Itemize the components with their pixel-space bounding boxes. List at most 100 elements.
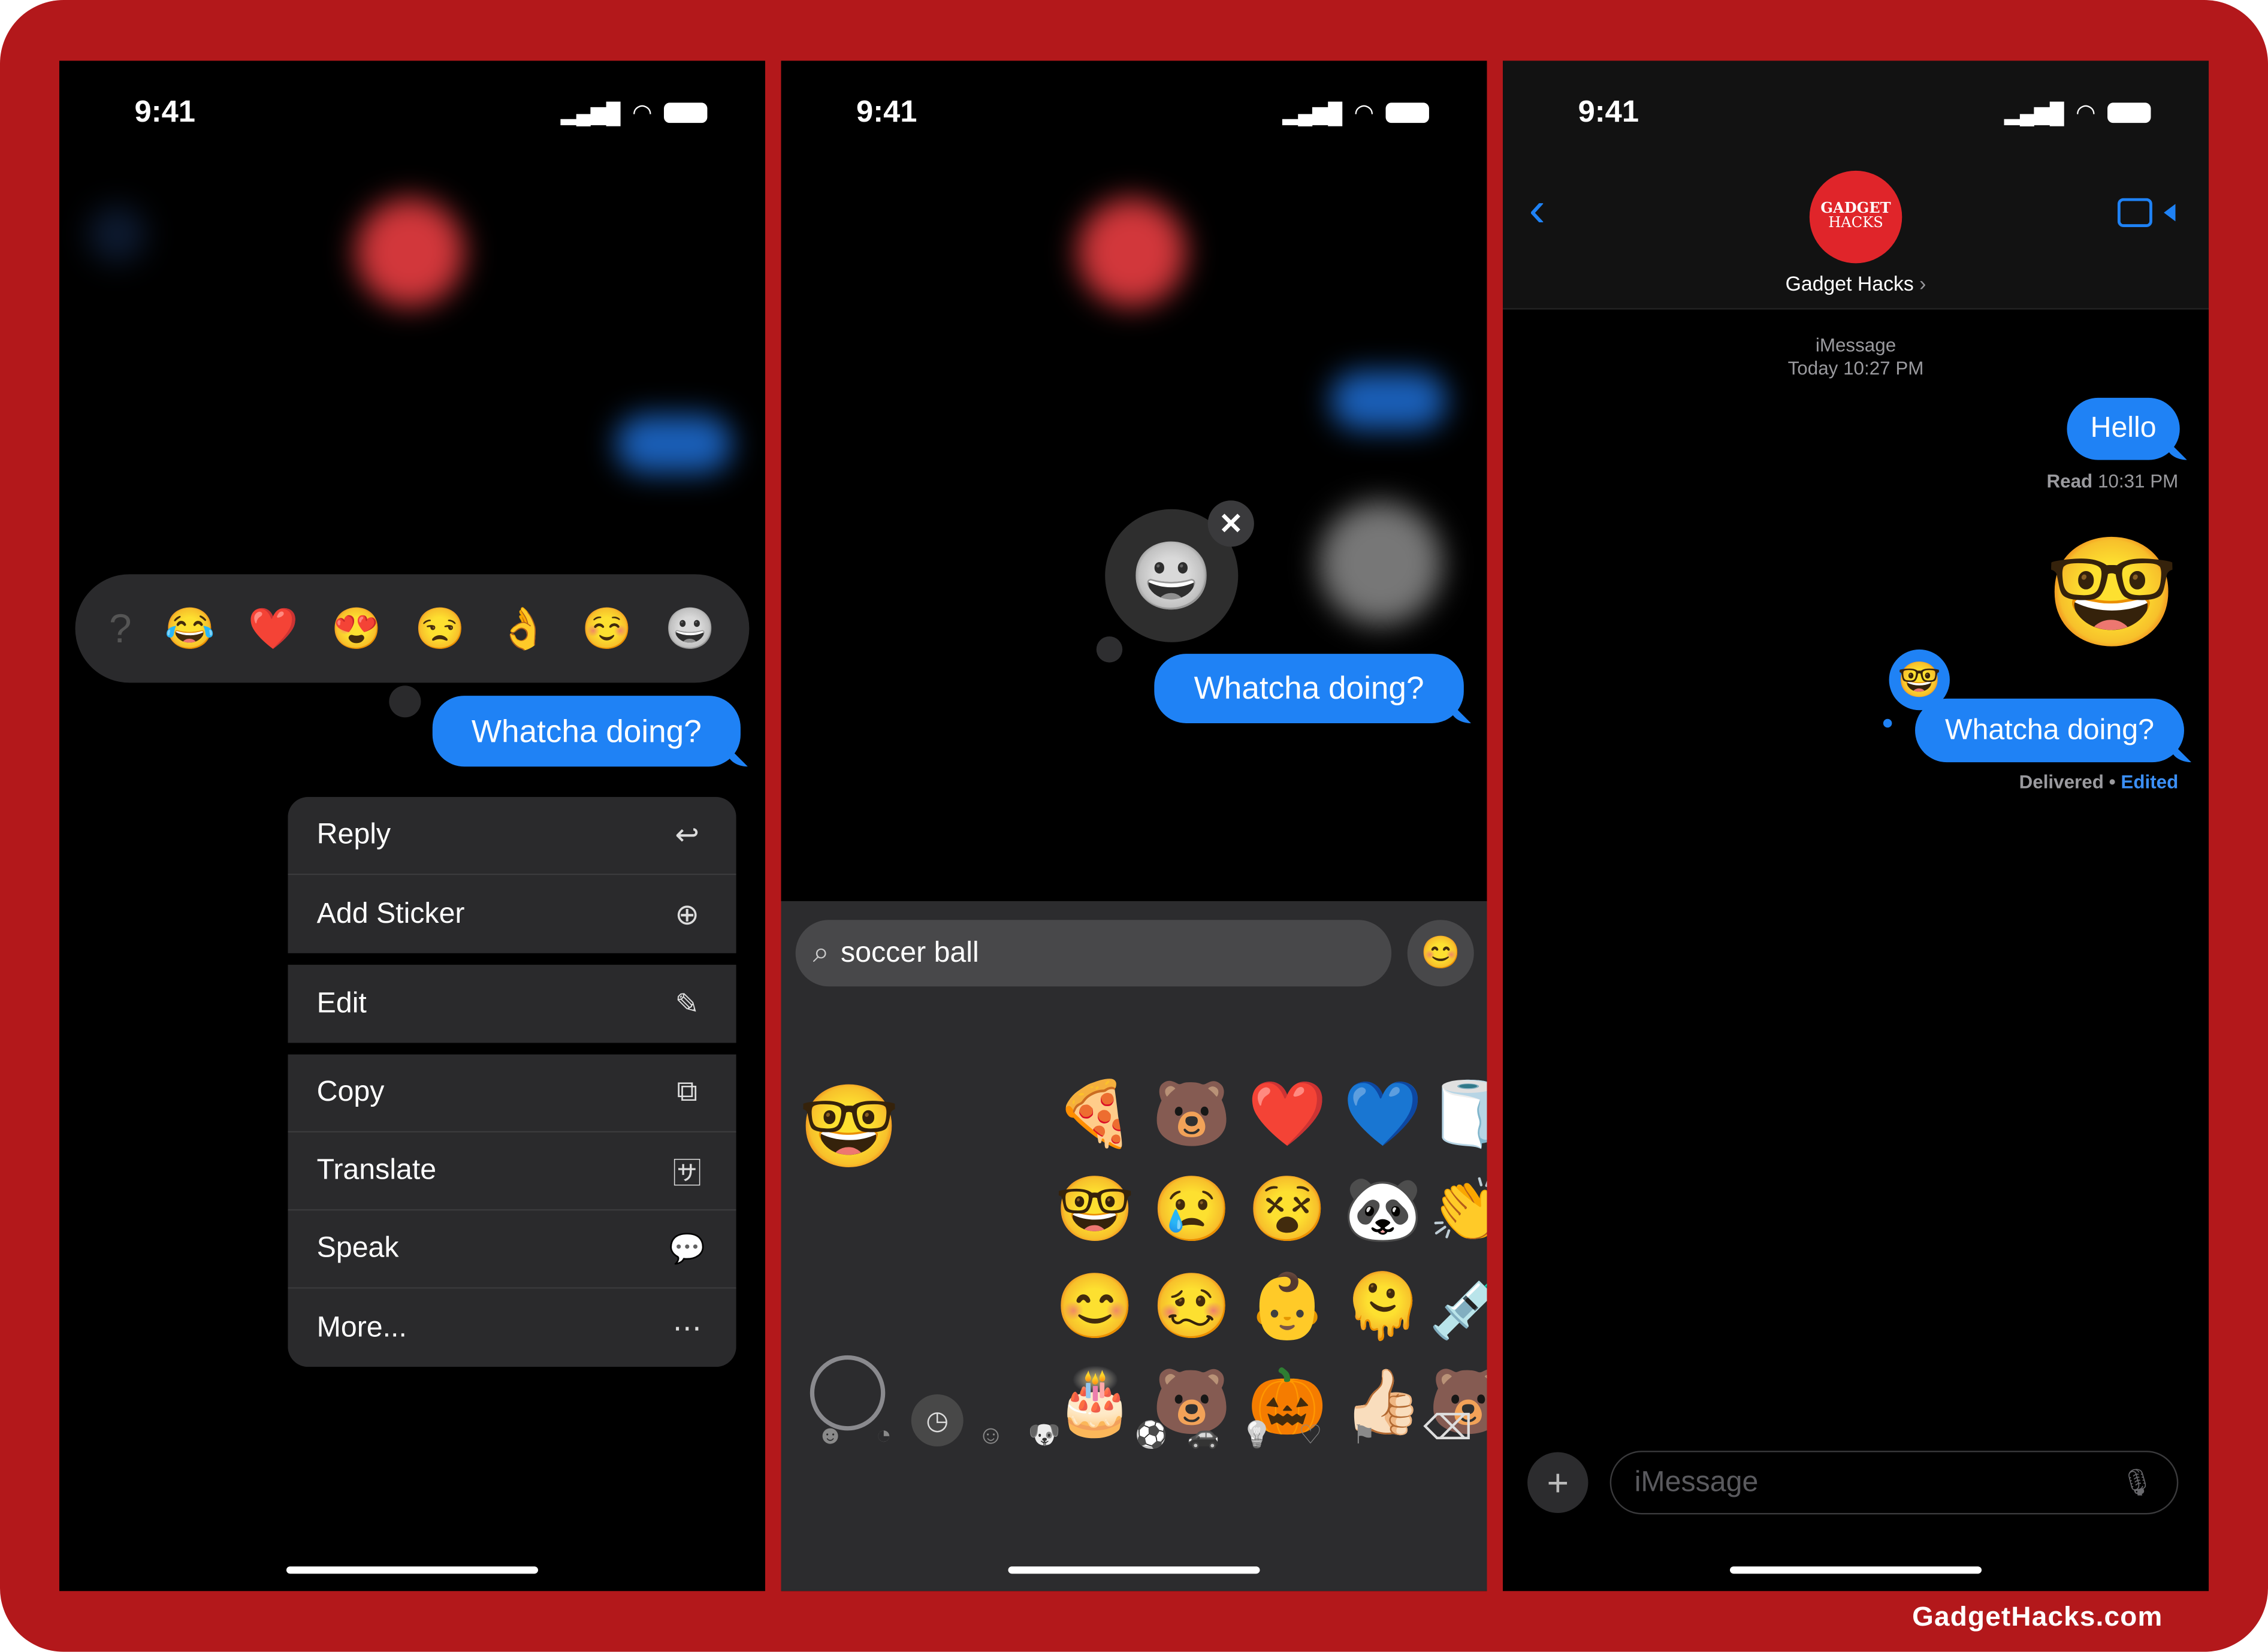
sticker-item[interactable]: ❤️ [1248, 1083, 1327, 1147]
stickers-icon[interactable]: ◔ [876, 1420, 892, 1451]
contact-name[interactable]: Gadget Hacks › [1503, 272, 2209, 295]
plus-icon: + [1547, 1460, 1569, 1504]
battery-icon [2107, 102, 2151, 123]
service-label: iMessage [1815, 334, 1896, 356]
close-icon: ✕ [1218, 508, 1243, 540]
reaction-question[interactable]: ? [109, 605, 132, 651]
sent-sticker[interactable]: 🤓 [2045, 539, 2178, 647]
memoji-icon[interactable]: ☻ [817, 1420, 844, 1451]
sticker-item[interactable]: 🐼 [1343, 1178, 1423, 1242]
sticker-item[interactable]: 💙 [1343, 1083, 1423, 1147]
reaction-heart[interactable]: ❤️ [248, 605, 298, 653]
sticker-item[interactable]: 🫠 [1343, 1275, 1423, 1339]
status-time: 9:41 [134, 95, 195, 129]
panel-context-menu: 9:41 ▂▄▆█ ◠ ? 😂 ❤️ 😍 😒 👌 ☺️ 😀 Whatcha doi… [59, 61, 765, 1591]
sticker-item[interactable]: 🐻 [1152, 1083, 1231, 1147]
delete-icon: ⌫ [1423, 1409, 1473, 1448]
video-call-button[interactable] [2117, 198, 2176, 227]
message-bubble[interactable]: Hello [2067, 397, 2180, 460]
search-field[interactable]: ⌕ soccer ball [795, 920, 1392, 987]
sticker-item[interactable]: 👏 [1429, 1178, 1487, 1242]
sticker-item[interactable]: 😢 [1152, 1178, 1231, 1242]
delivery-status: Delivered • Edited [2019, 771, 2179, 793]
home-indicator[interactable] [286, 1566, 538, 1574]
travel-icon[interactable]: 🚗 [1187, 1420, 1219, 1451]
animals-icon[interactable]: 🐶 [1028, 1420, 1061, 1451]
menu-item-translate[interactable]: Translate 🈂 [288, 1132, 736, 1211]
search-input[interactable]: soccer ball [841, 937, 979, 970]
sticker-item[interactable]: 👶 [1248, 1275, 1327, 1339]
menu-item-copy[interactable]: Copy ⧉ [288, 1054, 736, 1133]
sticker-item[interactable]: 🤓 [1055, 1178, 1134, 1242]
signal-icon: ▂▄▆█ [1282, 100, 1343, 124]
reaction-add-emoji[interactable]: 😀 [665, 605, 715, 653]
menu-item-speak[interactable]: Speak 💬 [288, 1210, 736, 1289]
sticker-item[interactable]: 🧻 [1429, 1083, 1487, 1147]
sticker-item[interactable]: 🍕 [1055, 1083, 1134, 1147]
memoji-icon: 😊 [1421, 934, 1461, 971]
message-bubble[interactable]: Whatcha doing? [432, 696, 741, 767]
flags-icon[interactable]: ⚑ [1352, 1420, 1376, 1451]
blurred-avatar [1077, 198, 1186, 307]
speak-icon: 💬 [669, 1234, 705, 1266]
stickers-peel-icon[interactable] [810, 1355, 886, 1431]
status-icons: ▂▄▆█ ◠ [561, 98, 708, 127]
pencil-icon: ✎ [675, 988, 699, 1021]
read-label: Read [2046, 470, 2093, 492]
context-menu: Reply ↩ Add Sticker ⊕ Edit ✎ Copy ⧉ Translat… [288, 797, 736, 1367]
home-indicator[interactable] [1008, 1566, 1260, 1574]
reaction-bar: ? 😂 ❤️ 😍 😒 👌 ☺️ 😀 [75, 574, 750, 683]
sticker-item[interactable]: 😊 [1055, 1275, 1134, 1339]
reaction-heart-eyes[interactable]: 😍 [331, 605, 382, 653]
microphone-icon[interactable]: 🎙 [2121, 1467, 2154, 1498]
close-button[interactable]: ✕ [1207, 500, 1254, 547]
sticker-item[interactable]: 🎂 [1055, 1370, 1134, 1434]
menu-item-reply[interactable]: Reply ↩ [288, 797, 736, 875]
sticker-item[interactable]: 😵 [1248, 1178, 1327, 1242]
delete-key[interactable]: ⌫ [1423, 1408, 1472, 1449]
sticker-item[interactable]: 💉 [1429, 1275, 1487, 1339]
message-input[interactable]: iMessage 🎙 [1609, 1451, 2179, 1515]
reaction-laugh[interactable]: 😂 [165, 605, 215, 653]
read-time: 10:31 PM [2097, 470, 2179, 492]
message-bubble[interactable]: Whatcha doing? [1154, 654, 1464, 723]
status-time: 9:41 [856, 95, 917, 129]
blurred-sticker [1319, 502, 1442, 625]
menu-label: Copy [316, 1076, 385, 1109]
symbols-icon[interactable]: ♡ [1299, 1420, 1322, 1451]
panel-sticker-picker: 9:41 ▂▄▆█ ◠ 😀 ✕ Whatcha doing? ⌕ soccer b… [781, 61, 1487, 1591]
activity-icon[interactable]: ⚽ [1135, 1420, 1167, 1451]
home-indicator[interactable] [1730, 1566, 1982, 1574]
recent-icon[interactable]: ◷ [911, 1394, 964, 1446]
menu-label: Add Sticker [316, 897, 465, 929]
wifi-icon: ◠ [632, 101, 653, 126]
back-button[interactable]: ‹ [1529, 182, 1545, 238]
menu-item-edit[interactable]: Edit ✎ [288, 965, 736, 1043]
timestamp: Today 10:27 PM [1787, 357, 1924, 379]
blurred-bubble [1330, 372, 1446, 430]
sticker-reaction[interactable]: 🤓 [1889, 649, 1950, 711]
logo-text: HACKS [1828, 215, 1883, 232]
reaction-smiling[interactable]: ☺️ [581, 605, 632, 653]
input-placeholder: iMessage [1634, 1466, 1759, 1498]
objects-icon[interactable]: 💡 [1241, 1420, 1273, 1451]
emoji-sticker-button[interactable]: 😊 [1407, 920, 1474, 987]
reaction-ok-hand[interactable]: 👌 [498, 605, 548, 653]
sticker-preview[interactable]: 🤓 [799, 1086, 899, 1167]
message-bubble[interactable]: Whatcha doing? [1915, 698, 2184, 763]
separator: • [2109, 771, 2116, 793]
sticker-item[interactable]: 🥴 [1152, 1275, 1231, 1339]
reaction-tail [1883, 718, 1892, 728]
menu-label: More... [316, 1311, 407, 1343]
reaction-unamused[interactable]: 😒 [415, 605, 465, 653]
menu-label: Speak [316, 1232, 399, 1264]
reaction-tail [389, 685, 421, 718]
menu-item-more[interactable]: More... ⋯ [288, 1288, 736, 1367]
apps-button[interactable]: + [1527, 1452, 1588, 1513]
smileys-icon[interactable]: ☺ [977, 1420, 1004, 1451]
chevron-left-icon: ‹ [1529, 182, 1545, 237]
edited-link[interactable]: Edited [2121, 771, 2178, 793]
menu-item-add-sticker[interactable]: Add Sticker ⊕ [288, 875, 736, 953]
copy-icon: ⧉ [677, 1076, 697, 1109]
contact-avatar[interactable]: GADGET HACKS [1809, 170, 1902, 264]
